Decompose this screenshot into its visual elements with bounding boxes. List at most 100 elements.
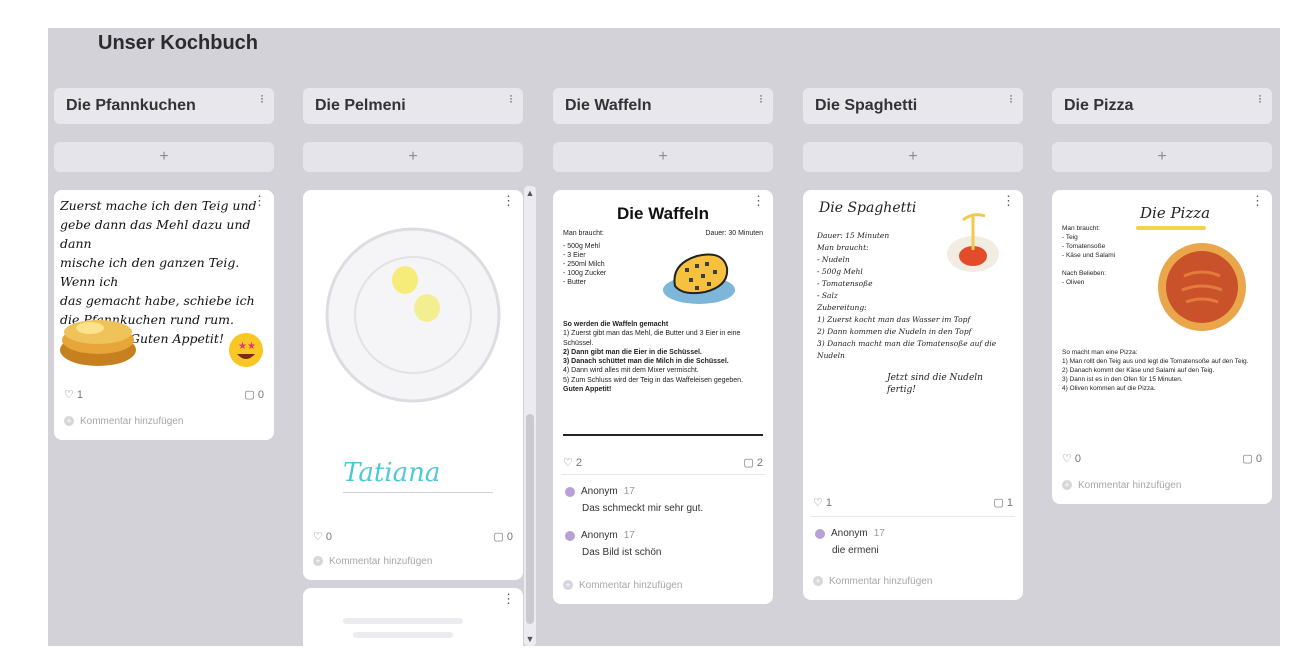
comment: Anonym 17 Das Bild ist schön (565, 530, 661, 558)
recipe-card-pizza[interactable]: ⋮ Die Pizza Man braucht: - Teig - Tomate… (1052, 190, 1272, 504)
comment-text: die ermeni (832, 545, 879, 556)
add-comment-button[interactable]: + Kommentar hinzufügen (313, 556, 432, 567)
add-comment-button[interactable]: + Kommentar hinzufügen (64, 416, 183, 427)
step: 3) Danach schüttet man die Milch in die … (563, 358, 729, 366)
like-button[interactable]: ♡ 1 (813, 496, 832, 509)
column-header: Die Pizza ⁝ (1052, 88, 1272, 124)
comment-count[interactable]: ▢ 1 (993, 496, 1013, 509)
comment-text: Das Bild ist schön (582, 547, 662, 558)
comment-count[interactable]: ▢ 0 (493, 530, 513, 543)
like-button[interactable]: ♡ 2 (563, 456, 582, 469)
comment-time: 17 (623, 486, 635, 497)
step: 5) Zum Schluss wird der Teig in das Waff… (563, 376, 744, 384)
column-title: Die Spaghetti (815, 97, 918, 114)
comment: Anonym 17 Das schmeckt mir sehr gut. (565, 486, 703, 514)
card-menu-icon[interactable]: ⋮ (502, 592, 515, 605)
recipe-card-waffeln[interactable]: ⋮ Die Waffeln Man braucht: Dauer: 30 Min… (553, 190, 773, 604)
column-menu-icon[interactable]: ⁝ (1009, 92, 1013, 106)
recipe-line: 3) Dann ist es in den Ofen für 15 Minute… (1062, 376, 1183, 383)
ingredients-list: Man braucht: - Teig - Tomatensoße - Käse… (1062, 224, 1152, 287)
recipe-line: So macht man eine Pizza: (1062, 349, 1138, 356)
column-pizza: Die Pizza ⁝ + (1052, 88, 1272, 172)
column-pfannkuchen: Die Pfannkuchen ⁝ + (54, 88, 274, 172)
scroll-down-icon[interactable]: ▼ (524, 634, 536, 644)
add-post-button[interactable]: + (303, 142, 523, 172)
recipe-card-spaghetti[interactable]: ⋮ Die Spaghetti Dauer: 15 Minuten Man br… (803, 190, 1023, 600)
comment-count[interactable]: ▢ 0 (1242, 452, 1262, 465)
recipe-line: Man braucht: (1062, 225, 1100, 232)
scroll-up-icon[interactable]: ▲ (524, 188, 536, 198)
recipe-card-pfannkuchen[interactable]: ⋮ Zuerst mache ich den Teig und gebe dan… (54, 190, 274, 440)
avatar (565, 486, 575, 497)
like-button[interactable]: ♡ 0 (1062, 452, 1081, 465)
plus-icon: + (64, 416, 74, 427)
like-button[interactable]: ♡ 0 (313, 530, 332, 543)
comment-author: Anonym (831, 528, 868, 539)
board: Unser Kochbuch Die Pfannkuchen ⁝ + Die P… (48, 28, 1280, 646)
step: 2) Dann gibt man die Eier in die Schüsse… (563, 348, 702, 356)
add-post-button[interactable]: + (803, 142, 1023, 172)
add-post-button[interactable]: + (54, 142, 274, 172)
add-comment-button[interactable]: + Kommentar hinzufügen (1062, 480, 1181, 491)
waffle-image (663, 253, 735, 304)
add-comment-button[interactable]: + Kommentar hinzufügen (563, 580, 682, 591)
column-title: Die Pfannkuchen (66, 97, 196, 114)
scrollbar-thumb[interactable] (526, 414, 534, 624)
column-header: Die Spaghetti ⁝ (803, 88, 1023, 124)
column-menu-icon[interactable]: ⁝ (759, 92, 763, 106)
comment-author: Anonym (581, 530, 618, 541)
comment: Anonym 17 die ermeni (815, 528, 885, 556)
comment-text: Das schmeckt mir sehr gut. (582, 503, 704, 514)
column-waffeln: Die Waffeln ⁝ + (553, 88, 773, 172)
recipe-line: 1) Zuerst kocht man das Wasser im Topf (817, 315, 971, 324)
placeholder-line (353, 632, 453, 638)
ingredient: - 250ml Milch (563, 261, 605, 268)
avatar (565, 530, 575, 541)
add-post-button[interactable]: + (1052, 142, 1272, 172)
recipe-title: Die Waffeln (617, 204, 709, 223)
signature-image: Tatiana (343, 458, 441, 488)
recipe-line: - Tomatensoße (1062, 243, 1106, 250)
recipe-text: Dauer: 15 Minuten Man braucht: - Nudeln … (817, 230, 1007, 396)
card-menu-icon[interactable]: ⋮ (502, 194, 515, 207)
recipe-line: - 500g Mehl (817, 267, 863, 276)
ingredient: - 3 Eier (563, 252, 586, 259)
note-line: Zuerst mache ich den Teig und (60, 198, 257, 213)
step: 4) Dann wird alles mit dem Mixer vermisc… (563, 367, 699, 375)
comment-time: 17 (623, 530, 635, 541)
steps-list: So werden die Waffeln gemacht 1) Zuerst … (563, 320, 763, 394)
recipe-divider (563, 434, 763, 436)
ingredients-list: - 500g Mehl - 3 Eier - 250ml Milch - 100… (563, 242, 606, 287)
handwritten-note-image: Zuerst mache ich den Teig und gebe dann … (60, 196, 266, 368)
pancake-image (60, 320, 136, 366)
column-menu-icon[interactable]: ⁝ (509, 92, 513, 106)
card-menu-icon[interactable]: ⋮ (1251, 194, 1264, 207)
svg-text:★: ★ (238, 341, 247, 352)
recipe-line: 2) Dann kommen die Nudeln in den Topf (817, 327, 972, 336)
recipe-card-pelmeni[interactable]: ⋮ Tatiana ♡ 0 ▢ 0 + Kommentar hinzufügen (303, 190, 523, 580)
add-post-button[interactable]: + (553, 142, 773, 172)
column-scrollbar[interactable]: ▲ ▼ (524, 186, 536, 646)
recipe-card-partial[interactable]: ⋮ (303, 588, 523, 646)
column-menu-icon[interactable]: ⁝ (260, 92, 264, 106)
card-menu-icon[interactable]: ⋮ (1002, 194, 1015, 207)
add-comment-button[interactable]: + Kommentar hinzufügen (813, 576, 932, 587)
recipe-line: - Oliven (1062, 279, 1085, 286)
comment-count[interactable]: ▢ 2 (743, 456, 763, 469)
ingredient: - 100g Zucker (563, 270, 607, 277)
recipe-line: Nach Belieben: (1062, 270, 1107, 277)
recipe-line: 3) Danach macht man die Tomatensoße auf … (817, 339, 997, 360)
steps-heading: So werden die Waffeln gemacht (563, 321, 669, 328)
recipe-line: - Teig (1062, 234, 1078, 241)
column-title: Die Pelmeni (315, 97, 406, 114)
column-header: Die Waffeln ⁝ (553, 88, 773, 124)
like-button[interactable]: ♡ 1 (64, 388, 83, 401)
recipe-line: Zubereitung: (817, 303, 867, 312)
column-spaghetti: Die Spaghetti ⁝ + (803, 88, 1023, 172)
column-menu-icon[interactable]: ⁝ (1258, 92, 1262, 106)
board-title: Unser Kochbuch (98, 32, 259, 54)
comment-count[interactable]: ▢ 0 (244, 388, 264, 401)
plus-icon: + (313, 556, 323, 567)
step: Guten Appetit! (563, 386, 612, 394)
column-header: Die Pfannkuchen ⁝ (54, 88, 274, 124)
